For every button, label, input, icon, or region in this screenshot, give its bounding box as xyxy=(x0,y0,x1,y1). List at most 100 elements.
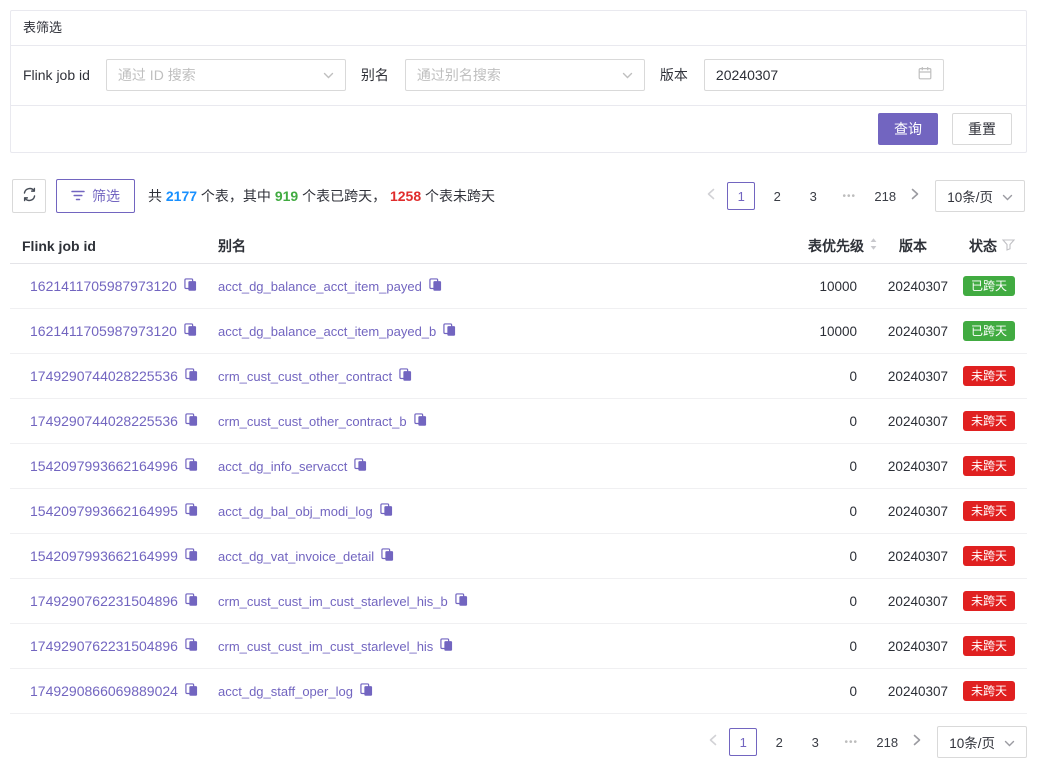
pagination-page-1[interactable]: 1 xyxy=(729,728,757,756)
chevron-right-icon xyxy=(911,187,919,205)
table-row: 1749290744028225536 crm_cust_cust_other_c… xyxy=(10,354,1027,399)
reset-button[interactable]: 重置 xyxy=(952,113,1012,145)
alias-link[interactable]: acct_dg_balance_acct_item_payed_b xyxy=(218,324,436,339)
alias-label: 别名 xyxy=(361,65,389,85)
copy-icon[interactable] xyxy=(455,593,468,609)
page-size-label: 10条/页 xyxy=(947,186,993,206)
copy-icon[interactable] xyxy=(185,548,198,564)
pagination-ellipsis[interactable]: ••• xyxy=(837,728,865,756)
alias-link[interactable]: acct_dg_bal_obj_modi_log xyxy=(218,504,373,519)
copy-icon[interactable] xyxy=(399,368,412,384)
query-button[interactable]: 查询 xyxy=(878,113,938,145)
copy-icon[interactable] xyxy=(185,503,198,519)
pagination-prev[interactable] xyxy=(699,182,723,210)
status-badge: 未跨天 xyxy=(963,591,1015,611)
flink-job-id-link[interactable]: 1749290744028225536 xyxy=(30,413,178,429)
status-badge: 未跨天 xyxy=(963,366,1015,386)
status-badge: 未跨天 xyxy=(963,411,1015,431)
flink-job-id-link[interactable]: 1621411705987973120 xyxy=(30,278,177,294)
refresh-button[interactable] xyxy=(12,179,46,213)
filter-funnel-icon[interactable] xyxy=(1002,238,1015,254)
table-row: 1542097993662164996 acct_dg_info_servacct… xyxy=(10,444,1027,489)
pagination-next[interactable] xyxy=(903,182,927,210)
filter-toggle-button[interactable]: 筛选 xyxy=(56,179,135,213)
copy-icon[interactable] xyxy=(185,683,198,699)
copy-icon[interactable] xyxy=(184,278,197,294)
copy-icon[interactable] xyxy=(443,323,456,339)
filter-card: 表筛选 Flink job id 通过 ID 搜索 别名 通过别名搜索 版本 xyxy=(10,10,1027,153)
page-size-select[interactable]: 10条/页 xyxy=(935,180,1025,212)
pagination-page-1[interactable]: 1 xyxy=(727,182,755,210)
pagination-page-2[interactable]: 2 xyxy=(763,182,791,210)
copy-icon[interactable] xyxy=(185,413,198,429)
pagination-page-3[interactable]: 3 xyxy=(801,728,829,756)
copy-icon[interactable] xyxy=(414,413,427,429)
flink-job-id-link[interactable]: 1749290762231504896 xyxy=(30,638,178,654)
alias-link[interactable]: acct_dg_info_servacct xyxy=(218,459,347,474)
flink-job-id-label: Flink job id xyxy=(23,67,90,83)
flink-job-id-link[interactable]: 1542097993662164996 xyxy=(30,458,178,474)
refresh-icon xyxy=(22,187,37,205)
cell-alias: acct_dg_staff_oper_log xyxy=(218,683,698,699)
flink-job-id-link[interactable]: 1749290762231504896 xyxy=(30,593,178,609)
copy-icon[interactable] xyxy=(184,323,197,339)
cell-flink-job-id: 1749290744028225536 xyxy=(22,413,218,429)
cell-alias: crm_cust_cust_im_cust_starlevel_his_b xyxy=(218,593,698,609)
cell-status: 未跨天 xyxy=(948,501,1015,521)
copy-icon[interactable] xyxy=(185,458,198,474)
page-size-label: 10条/页 xyxy=(949,732,995,752)
copy-icon[interactable] xyxy=(185,638,198,654)
alias-link[interactable]: acct_dg_vat_invoice_detail xyxy=(218,549,374,564)
status-badge: 未跨天 xyxy=(963,501,1015,521)
cell-priority: 0 xyxy=(698,594,878,609)
copy-icon[interactable] xyxy=(360,683,373,699)
copy-icon[interactable] xyxy=(354,458,367,474)
version-date-picker[interactable] xyxy=(704,59,944,91)
alias-link[interactable]: crm_cust_cust_other_contract_b xyxy=(218,414,407,429)
pagination-prev[interactable] xyxy=(701,728,725,756)
cell-priority: 0 xyxy=(698,504,878,519)
alias-link[interactable]: crm_cust_cust_other_contract xyxy=(218,369,392,384)
copy-icon[interactable] xyxy=(185,368,198,384)
cell-alias: crm_cust_cust_im_cust_starlevel_his xyxy=(218,638,698,654)
alias-link[interactable]: acct_dg_balance_acct_item_payed xyxy=(218,279,422,294)
cell-version: 20240307 xyxy=(878,369,948,384)
copy-icon[interactable] xyxy=(381,548,394,564)
flink-job-id-link[interactable]: 1542097993662164995 xyxy=(30,503,178,519)
copy-icon[interactable] xyxy=(440,638,453,654)
summary-text: 共 2177 个表，其中 919 个表已跨天， 1258 个表未跨天 xyxy=(148,186,495,206)
flink-job-id-link[interactable]: 1621411705987973120 xyxy=(30,323,177,339)
flink-job-id-link[interactable]: 1542097993662164999 xyxy=(30,548,178,564)
copy-icon[interactable] xyxy=(380,503,393,519)
flink-job-id-link[interactable]: 1749290866069889024 xyxy=(30,683,178,699)
alias-select[interactable]: 通过别名搜索 xyxy=(405,59,645,91)
page: 表筛选 Flink job id 通过 ID 搜索 别名 通过别名搜索 版本 xyxy=(0,0,1037,768)
pagination-page-218[interactable]: 218 xyxy=(871,182,899,210)
toolbar: 筛选 共 2177 个表，其中 919 个表已跨天， 1258 个表未跨天 12… xyxy=(10,179,1027,213)
cell-version: 20240307 xyxy=(878,639,948,654)
cell-priority: 0 xyxy=(698,369,878,384)
pagination-page-3[interactable]: 3 xyxy=(799,182,827,210)
sort-icon[interactable] xyxy=(869,237,878,254)
alias-link[interactable]: crm_cust_cust_im_cust_starlevel_his xyxy=(218,639,433,654)
pagination-page-2[interactable]: 2 xyxy=(765,728,793,756)
page-size-select[interactable]: 10条/页 xyxy=(937,726,1027,758)
pagination-page-218[interactable]: 218 xyxy=(873,728,901,756)
copy-icon[interactable] xyxy=(429,278,442,294)
pagination-ellipsis[interactable]: ••• xyxy=(835,182,863,210)
pagination-next[interactable] xyxy=(905,728,929,756)
flink-job-id-link[interactable]: 1749290744028225536 xyxy=(30,368,178,384)
cell-alias: acct_dg_balance_acct_item_payed_b xyxy=(218,323,698,339)
column-header-priority[interactable]: 表优先级 xyxy=(698,236,878,256)
alias-link[interactable]: crm_cust_cust_im_cust_starlevel_his_b xyxy=(218,594,448,609)
chevron-right-icon xyxy=(913,733,921,751)
cell-flink-job-id: 1542097993662164995 xyxy=(22,503,218,519)
alias-link[interactable]: acct_dg_staff_oper_log xyxy=(218,684,353,699)
cell-alias: acct_dg_vat_invoice_detail xyxy=(218,548,698,564)
version-input[interactable] xyxy=(716,67,901,83)
status-badge: 未跨天 xyxy=(963,546,1015,566)
cell-status: 未跨天 xyxy=(948,546,1015,566)
calendar-icon xyxy=(918,66,932,85)
copy-icon[interactable] xyxy=(185,593,198,609)
flink-job-id-select[interactable]: 通过 ID 搜索 xyxy=(106,59,346,91)
